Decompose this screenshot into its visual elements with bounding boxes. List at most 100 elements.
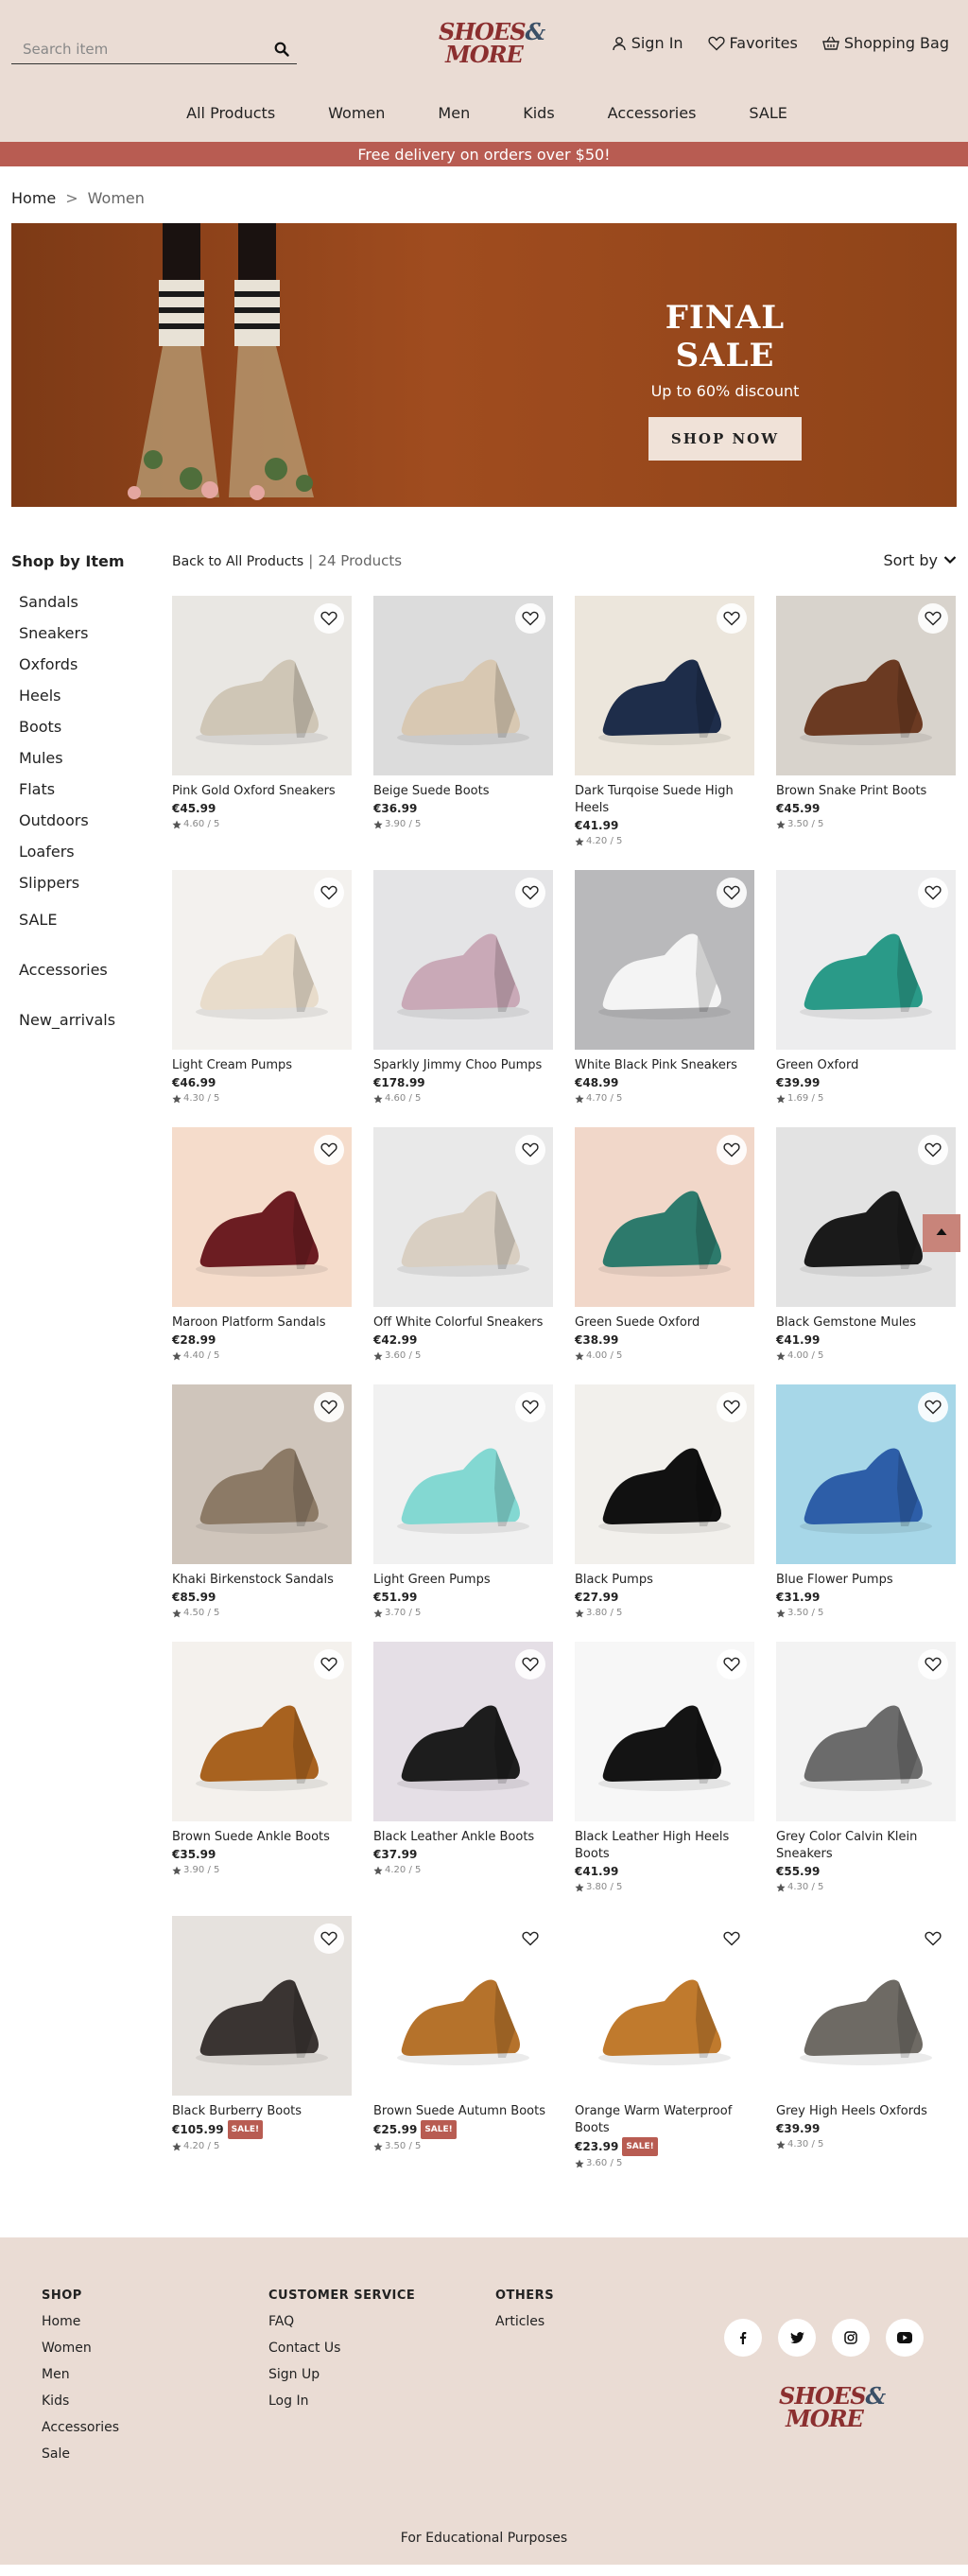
category-loafers[interactable]: Loafers: [19, 843, 75, 861]
product-card[interactable]: Brown Snake Print Boots €45.99 3.50 / 5: [776, 596, 956, 849]
sort-dropdown[interactable]: Sort by: [883, 551, 957, 569]
facebook-icon[interactable]: [724, 2319, 762, 2357]
product-name[interactable]: Brown Suede Autumn Boots: [373, 2103, 553, 2120]
product-card[interactable]: Brown Suede Autumn Boots €25.99 SALE! 3.…: [373, 1916, 553, 2171]
product-card[interactable]: Black Leather Ankle Boots €37.99 4.20 / …: [373, 1642, 553, 1895]
favorite-button[interactable]: [717, 1392, 747, 1422]
favorite-button[interactable]: [314, 1135, 344, 1165]
product-card[interactable]: Light Green Pumps €51.99 3.70 / 5: [373, 1384, 553, 1621]
favorite-button[interactable]: [314, 1649, 344, 1680]
twitter-icon[interactable]: [778, 2319, 816, 2357]
search-icon[interactable]: [270, 38, 293, 61]
favorite-button[interactable]: [314, 1923, 344, 1954]
category-outdoors[interactable]: Outdoors: [19, 811, 89, 829]
product-card[interactable]: Grey High Heels Oxfords €39.99 4.30 / 5: [776, 1916, 956, 2171]
product-image[interactable]: [776, 1384, 956, 1564]
sidebar-accessories[interactable]: Accessories: [19, 961, 172, 979]
product-image[interactable]: [776, 1916, 956, 2096]
product-image[interactable]: [373, 1916, 553, 2096]
category-sandals[interactable]: Sandals: [19, 593, 78, 611]
favorite-button[interactable]: [918, 603, 948, 634]
site-logo[interactable]: SHOES& MORE: [439, 21, 545, 66]
product-card[interactable]: Green Oxford €39.99 1.69 / 5: [776, 870, 956, 1106]
product-name[interactable]: Brown Suede Ankle Boots: [172, 1829, 352, 1846]
product-name[interactable]: Brown Snake Print Boots: [776, 783, 956, 800]
product-image[interactable]: [172, 596, 352, 775]
product-name[interactable]: Maroon Platform Sandals: [172, 1314, 352, 1332]
product-image[interactable]: [172, 1916, 352, 2096]
product-card[interactable]: Blue Flower Pumps €31.99 3.50 / 5: [776, 1384, 956, 1621]
footer-link-men[interactable]: Men: [42, 2367, 119, 2382]
product-name[interactable]: Orange Warm Waterproof Boots: [575, 2103, 754, 2137]
sign-in-link[interactable]: Sign In: [612, 34, 683, 52]
product-image[interactable]: [172, 1384, 352, 1564]
product-name[interactable]: Pink Gold Oxford Sneakers: [172, 783, 352, 800]
product-name[interactable]: White Black Pink Sneakers: [575, 1057, 754, 1074]
favorite-button[interactable]: [717, 878, 747, 908]
product-image[interactable]: [373, 1127, 553, 1307]
product-image[interactable]: [575, 1916, 754, 2096]
product-image[interactable]: [776, 596, 956, 775]
product-name[interactable]: Black Pumps: [575, 1572, 754, 1589]
breadcrumb-home[interactable]: Home: [11, 189, 56, 207]
instagram-icon[interactable]: [832, 2319, 870, 2357]
product-image[interactable]: [172, 1127, 352, 1307]
favorite-button[interactable]: [515, 1923, 545, 1954]
product-image[interactable]: [575, 1384, 754, 1564]
category-oxfords[interactable]: Oxfords: [19, 655, 78, 673]
favorite-button[interactable]: [515, 1649, 545, 1680]
back-to-all-products-link[interactable]: Back to All Products: [172, 554, 303, 569]
category-sneakers[interactable]: Sneakers: [19, 624, 88, 642]
product-image[interactable]: [776, 870, 956, 1050]
category-slippers[interactable]: Slippers: [19, 874, 79, 892]
product-image[interactable]: [373, 596, 553, 775]
product-card[interactable]: Off White Colorful Sneakers €42.99 3.60 …: [373, 1127, 553, 1364]
favorite-button[interactable]: [918, 1135, 948, 1165]
category-mules[interactable]: Mules: [19, 749, 63, 767]
nav-accessories[interactable]: Accessories: [602, 104, 697, 122]
product-image[interactable]: [575, 1127, 754, 1307]
product-name[interactable]: Grey Color Calvin Klein Sneakers: [776, 1829, 956, 1863]
favorite-button[interactable]: [918, 1392, 948, 1422]
shopping-bag-link[interactable]: Shopping Bag: [821, 34, 949, 52]
sidebar-new-arrivals[interactable]: New_arrivals: [19, 1011, 172, 1029]
product-image[interactable]: [776, 1642, 956, 1821]
product-name[interactable]: Blue Flower Pumps: [776, 1572, 956, 1589]
footer-link-accessories[interactable]: Accessories: [42, 2420, 119, 2435]
sidebar-sale[interactable]: SALE: [19, 911, 172, 929]
product-name[interactable]: Grey High Heels Oxfords: [776, 2103, 956, 2120]
product-name[interactable]: Khaki Birkenstock Sandals: [172, 1572, 352, 1589]
product-name[interactable]: Dark Turqoise Suede High Heels: [575, 783, 754, 817]
product-name[interactable]: Green Oxford: [776, 1057, 956, 1074]
footer-link-sign-up[interactable]: Sign Up: [268, 2367, 415, 2382]
product-image[interactable]: [373, 1642, 553, 1821]
footer-link-sale[interactable]: Sale: [42, 2446, 119, 2462]
nav-kids[interactable]: Kids: [517, 104, 554, 122]
nav-women[interactable]: Women: [322, 104, 385, 122]
favorite-button[interactable]: [717, 1135, 747, 1165]
product-card[interactable]: Grey Color Calvin Klein Sneakers €55.99 …: [776, 1642, 956, 1895]
product-image[interactable]: [373, 1384, 553, 1564]
product-name[interactable]: Beige Suede Boots: [373, 783, 553, 800]
footer-link-faq[interactable]: FAQ: [268, 2314, 415, 2329]
product-card[interactable]: Black Leather High Heels Boots €41.99 3.…: [575, 1642, 754, 1895]
product-name[interactable]: Sparkly Jimmy Choo Pumps: [373, 1057, 553, 1074]
footer-logo[interactable]: SHOES& MORE: [779, 2385, 886, 2430]
nav-men[interactable]: Men: [432, 104, 470, 122]
favorite-button[interactable]: [515, 878, 545, 908]
footer-link-women[interactable]: Women: [42, 2341, 119, 2356]
product-image[interactable]: [575, 870, 754, 1050]
favorite-button[interactable]: [515, 1135, 545, 1165]
shop-now-button[interactable]: SHOP NOW: [648, 417, 803, 461]
product-name[interactable]: Black Leather Ankle Boots: [373, 1829, 553, 1846]
favorite-button[interactable]: [717, 1923, 747, 1954]
footer-link-articles[interactable]: Articles: [495, 2314, 554, 2329]
product-image[interactable]: [575, 596, 754, 775]
product-card[interactable]: Maroon Platform Sandals €28.99 4.40 / 5: [172, 1127, 352, 1364]
product-image[interactable]: [172, 870, 352, 1050]
product-name[interactable]: Green Suede Oxford: [575, 1314, 754, 1332]
product-card[interactable]: Pink Gold Oxford Sneakers €45.99 4.60 / …: [172, 596, 352, 849]
product-name[interactable]: Light Green Pumps: [373, 1572, 553, 1589]
product-card[interactable]: Dark Turqoise Suede High Heels €41.99 4.…: [575, 596, 754, 849]
favorite-button[interactable]: [314, 878, 344, 908]
